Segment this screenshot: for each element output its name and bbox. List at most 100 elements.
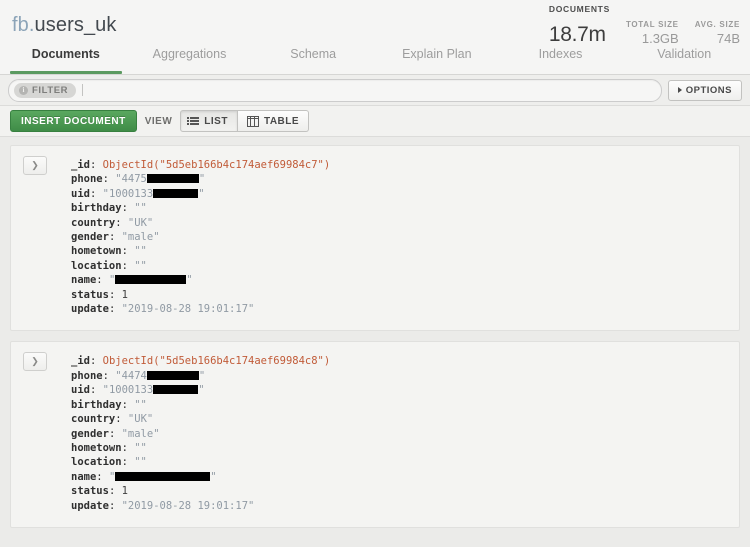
field-value-objectid: ObjectId("5d5eb166b4c174aef69984c7") [103,159,331,171]
chevron-right-icon: ❯ [31,161,39,170]
filter-text-cursor [82,84,83,96]
field-separator: : [96,274,109,286]
document-field[interactable]: phone: "4475" [71,172,729,186]
document-field[interactable]: uid: "1000133" [71,187,729,201]
namespace-collection: users_uk [35,14,117,36]
document-field[interactable]: update: "2019-08-28 19:01:17" [71,302,729,316]
field-key: uid [71,384,90,396]
info-icon: i [19,86,28,95]
field-key: _id [71,159,90,171]
field-value-string: "4474" [115,370,205,382]
stat-total-size: TOTAL SIZE 1.3GB [626,19,679,47]
field-value-string: "" [134,245,147,257]
field-value-string: "" [109,471,217,483]
document-field[interactable]: hometown: "" [71,244,729,258]
expand-document-button[interactable]: ❯ [23,156,47,175]
collection-tabs: Documents Aggregations Schema Explain Pl… [0,44,750,75]
field-separator: : [109,485,122,497]
tab-explain-plan[interactable]: Explain Plan [375,44,499,74]
expand-document-button[interactable]: ❯ [23,352,47,371]
tab-indexes[interactable]: Indexes [499,44,623,74]
field-separator: : [109,231,122,243]
document-card[interactable]: ❯ _id: ObjectId("5d5eb166b4c174aef69984c… [10,145,740,331]
document-field[interactable]: name: "" [71,470,729,484]
field-separator: : [122,442,135,454]
field-key: _id [71,355,90,367]
tab-documents[interactable]: Documents [4,44,128,74]
document-field[interactable]: gender: "male" [71,427,729,441]
stat-total-size-label: TOTAL SIZE [626,19,679,30]
document-card[interactable]: ❯ _id: ObjectId("5d5eb166b4c174aef69984c… [10,341,740,527]
insert-document-button[interactable]: INSERT DOCUMENT [10,110,137,132]
field-key: location [71,260,122,272]
field-key: hometown [71,442,122,454]
field-separator: : [122,399,135,411]
filter-bar: i FILTER OPTIONS [0,75,750,106]
field-separator: : [109,289,122,301]
document-field[interactable]: update: "2019-08-28 19:01:17" [71,499,729,513]
field-separator: : [103,370,116,382]
field-separator: : [96,471,109,483]
field-key: country [71,413,115,425]
stat-avg-size: AVG. SIZE 74B [695,19,740,47]
stat-documents-label: DOCUMENTS [549,4,610,15]
filter-toggle-pill[interactable]: i FILTER [14,83,76,98]
collection-header: fb.users_uk DOCUMENTS 18.7m TOTAL SIZE 1… [0,0,750,44]
view-list-label: LIST [204,116,228,127]
caret-right-icon [678,87,682,93]
redaction-bar [115,275,186,284]
document-field[interactable]: _id: ObjectId("5d5eb166b4c174aef69984c7"… [71,158,729,172]
field-key: uid [71,188,90,200]
field-key: hometown [71,245,122,257]
view-list-button[interactable]: LIST [180,110,238,132]
field-key: birthday [71,202,122,214]
document-field[interactable]: country: "UK" [71,412,729,426]
options-button[interactable]: OPTIONS [668,80,742,101]
document-field[interactable]: hometown: "" [71,441,729,455]
field-key: gender [71,231,109,243]
list-icon [190,117,199,125]
field-separator: : [122,456,135,468]
redaction-bar [153,385,198,394]
document-list[interactable]: ❯ _id: ObjectId("5d5eb166b4c174aef69984c… [0,137,750,547]
field-value-string: "" [134,399,147,411]
document-field[interactable]: _id: ObjectId("5d5eb166b4c174aef69984c8"… [71,354,729,368]
field-value-number: 1 [122,485,128,497]
redaction-bar [153,189,198,198]
document-field[interactable]: uid: "1000133" [71,383,729,397]
field-value-string: "2019-08-28 19:01:17" [122,500,255,512]
document-field[interactable]: status: 1 [71,288,729,302]
field-key: update [71,303,109,315]
document-field[interactable]: country: "UK" [71,216,729,230]
tab-validation[interactable]: Validation [622,44,746,74]
field-separator: : [109,303,122,315]
compass-collection-window: fb.users_uk DOCUMENTS 18.7m TOTAL SIZE 1… [0,0,750,547]
field-value-string: "1000133" [103,384,205,396]
field-separator: : [90,384,103,396]
view-toggle-group: LIST TABLE [180,110,309,132]
field-separator: : [115,413,128,425]
field-key: update [71,500,109,512]
document-field[interactable]: birthday: "" [71,201,729,215]
field-value-string: "1000133" [103,188,205,200]
filter-label: FILTER [32,85,68,96]
document-field[interactable]: name: "" [71,273,729,287]
page-title: fb.users_uk [12,13,117,37]
filter-input[interactable]: i FILTER [8,79,662,102]
document-field[interactable]: location: "" [71,259,729,273]
document-field[interactable]: birthday: "" [71,398,729,412]
field-key: location [71,456,122,468]
tab-schema[interactable]: Schema [251,44,375,74]
field-separator: : [115,217,128,229]
document-field[interactable]: location: "" [71,455,729,469]
grid-icon [247,116,259,127]
document-field[interactable]: gender: "male" [71,230,729,244]
field-separator: : [90,355,103,367]
field-separator: : [122,202,135,214]
view-table-button[interactable]: TABLE [238,110,309,132]
document-field[interactable]: phone: "4474" [71,369,729,383]
tab-aggregations[interactable]: Aggregations [128,44,252,74]
field-value-string: "4475" [115,173,205,185]
document-fields: _id: ObjectId("5d5eb166b4c174aef69984c7"… [71,158,729,316]
document-field[interactable]: status: 1 [71,484,729,498]
